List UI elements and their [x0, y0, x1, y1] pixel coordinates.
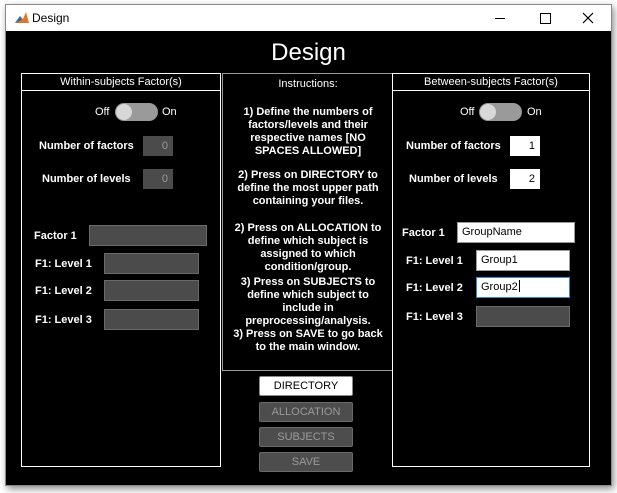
window-title: Design [32, 11, 70, 25]
within-level3-field[interactable] [104, 309, 199, 330]
instructions-title: Instructions: [278, 78, 338, 90]
design-window: Design Design Within-subjects Factor(s) … [5, 4, 612, 486]
instruction-item: 1) Define the numbers of factors/levels … [243, 106, 373, 157]
maximize-icon[interactable] [531, 8, 559, 28]
within-panel-title: Within-subjects Factor(s) [22, 74, 220, 91]
instruction-item: 3) Press on SAVE to go back to the main … [233, 328, 383, 353]
matlab-icon [15, 12, 29, 23]
within-num-levels-field[interactable]: 0 [143, 169, 173, 189]
between-toggle-off-label: Off [460, 106, 475, 118]
between-level2-label: F1: Level 2 [406, 282, 463, 294]
within-subjects-panel: Within-subjects Factor(s) Off On Number … [21, 73, 221, 467]
between-toggle-on-label: On [527, 106, 542, 118]
between-toggle-switch[interactable] [479, 103, 522, 121]
between-num-factors-label: Number of factors [406, 140, 501, 152]
within-level2-label: F1: Level 2 [35, 285, 92, 297]
toggle-knob [480, 104, 496, 120]
within-factor1-field[interactable] [89, 225, 207, 246]
save-button[interactable]: SAVE [259, 452, 353, 472]
page-title: Design [271, 39, 346, 66]
directory-button[interactable]: DIRECTORY [259, 376, 353, 396]
between-num-levels-field[interactable]: 2 [510, 169, 540, 189]
between-factor1-field[interactable]: GroupName [457, 222, 575, 243]
instructions-panel: Instructions: 1) Define the numbers of f… [222, 73, 394, 371]
within-level3-label: F1: Level 3 [35, 314, 92, 326]
within-toggle-off-label: Off [95, 106, 110, 118]
toggle-knob [116, 104, 132, 120]
instruction-item: 3) Press on SUBJECTS to define which sub… [240, 276, 376, 327]
between-level2-field[interactable]: Group2 [476, 277, 570, 298]
between-level1-label: F1: Level 1 [406, 255, 463, 267]
between-level2-value: Group2 [481, 281, 518, 293]
between-factor1-label: Factor 1 [402, 227, 445, 239]
within-num-factors-field[interactable]: 0 [143, 136, 173, 156]
between-subjects-panel: Between-subjects Factor(s) Off On Number… [392, 73, 590, 467]
within-factor1-label: Factor 1 [34, 230, 77, 242]
within-level2-field[interactable] [104, 280, 199, 301]
within-level1-field[interactable] [104, 253, 199, 274]
within-level1-label: F1: Level 1 [35, 258, 92, 270]
between-num-levels-label: Number of levels [409, 173, 498, 185]
instruction-item: 2) Press on ALLOCATION to define which s… [234, 222, 382, 273]
between-level3-label: F1: Level 3 [406, 311, 463, 323]
within-num-levels-label: Number of levels [42, 173, 131, 185]
title-bar: Design [6, 5, 611, 31]
subjects-button[interactable]: SUBJECTS [259, 427, 353, 447]
minimize-icon[interactable] [486, 8, 514, 28]
between-num-factors-field[interactable]: 1 [510, 136, 540, 156]
within-num-factors-label: Number of factors [39, 140, 134, 152]
between-panel-title: Between-subjects Factor(s) [393, 74, 589, 91]
between-level1-field[interactable]: Group1 [476, 250, 570, 271]
within-toggle-on-label: On [162, 106, 177, 118]
text-caret [518, 280, 520, 292]
within-toggle-switch[interactable] [115, 103, 158, 121]
allocation-button[interactable]: ALLOCATION [259, 402, 353, 422]
instruction-item: 2) Press on DIRECTORY to define the most… [237, 169, 379, 207]
between-level3-field[interactable] [476, 306, 570, 327]
close-icon[interactable] [574, 8, 602, 28]
